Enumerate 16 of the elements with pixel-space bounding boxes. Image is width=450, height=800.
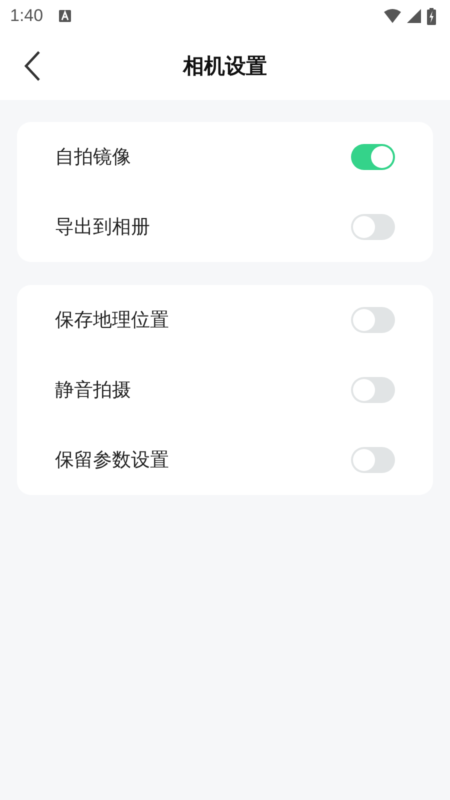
wifi-icon: [384, 9, 401, 23]
toggle-switch[interactable]: [351, 307, 395, 333]
toggle-switch[interactable]: [351, 447, 395, 473]
battery-icon: [427, 8, 436, 24]
toggle-switch[interactable]: [351, 144, 395, 170]
setting-label: 静音拍摄: [55, 378, 131, 403]
toggle-switch[interactable]: [351, 377, 395, 403]
setting-label: 保留参数设置: [55, 448, 169, 473]
toggle-switch[interactable]: [351, 214, 395, 240]
status-time: 1:40: [10, 6, 44, 26]
signal-icon: [407, 9, 421, 23]
setting-label: 保存地理位置: [55, 308, 169, 333]
notification-icon: [59, 10, 72, 22]
page-title: 相机设置: [183, 53, 267, 80]
setting-label: 自拍镜像: [55, 145, 131, 170]
setting-label: 导出到相册: [55, 215, 150, 240]
